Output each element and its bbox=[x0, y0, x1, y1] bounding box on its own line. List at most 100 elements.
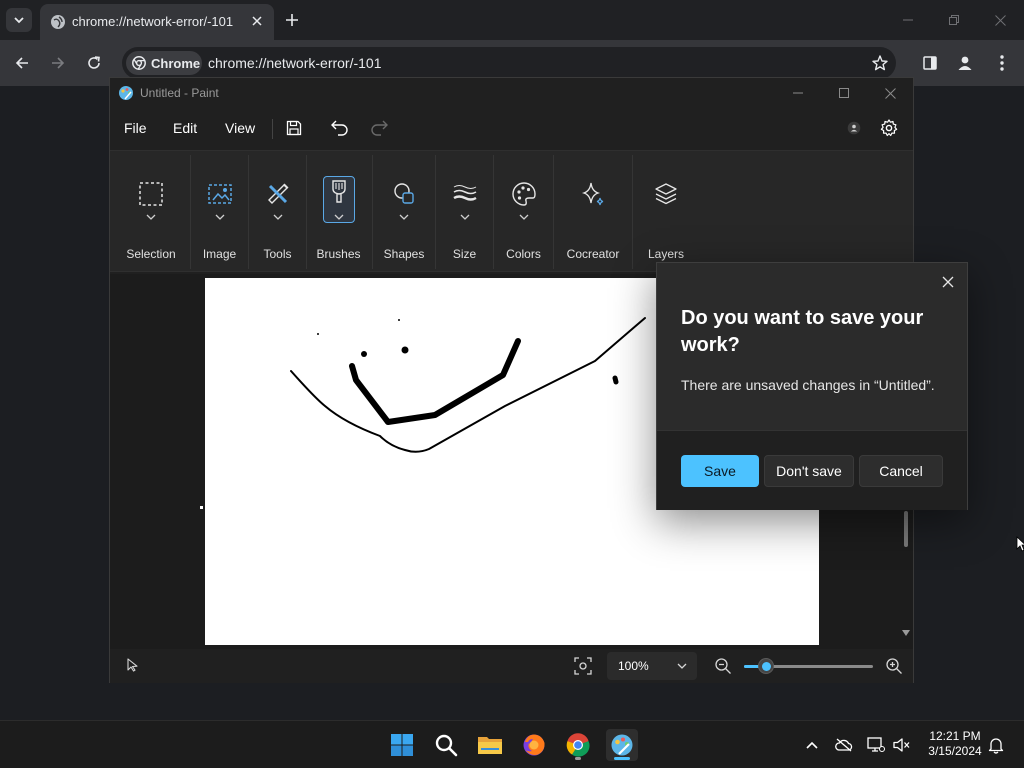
account-button[interactable] bbox=[842, 117, 866, 139]
start-button[interactable] bbox=[386, 729, 418, 761]
ribbon-brushes-label: Brushes bbox=[316, 247, 361, 261]
dialog-message: There are unsaved changes in “Untitled”. bbox=[681, 377, 935, 393]
origin-chip-label: Chrome bbox=[151, 55, 201, 71]
ribbon-layers-label: Layers bbox=[647, 247, 685, 261]
zoom-level-select[interactable]: 100% bbox=[607, 652, 697, 680]
browser-restore-button[interactable] bbox=[938, 6, 970, 34]
onedrive-tray-icon[interactable] bbox=[834, 735, 854, 755]
cursor-icon bbox=[127, 658, 138, 672]
url-text: chrome://network-error/-101 bbox=[208, 55, 382, 71]
reload-button[interactable] bbox=[80, 49, 108, 77]
minimize-icon bbox=[903, 19, 913, 21]
paint-status-bar: 100% bbox=[110, 649, 913, 683]
ribbon-image[interactable]: Image bbox=[191, 151, 248, 273]
ribbon-selection[interactable]: Selection bbox=[112, 151, 190, 273]
zoom-level-value: 100% bbox=[618, 659, 649, 673]
windows-taskbar: 12:21 PM 3/15/2024 bbox=[0, 720, 1024, 768]
ribbon-brushes[interactable]: Brushes bbox=[307, 151, 370, 273]
menu-separator bbox=[272, 119, 273, 139]
browser-close-button[interactable] bbox=[984, 6, 1016, 34]
redo-button[interactable] bbox=[367, 117, 391, 139]
canvas-resize-handle[interactable] bbox=[200, 506, 203, 509]
clock-time: 12:21 PM bbox=[929, 729, 981, 743]
zoom-slider[interactable] bbox=[744, 658, 873, 674]
paint-maximize-button[interactable] bbox=[824, 80, 864, 106]
bookmark-button[interactable] bbox=[870, 53, 890, 73]
back-button[interactable] bbox=[8, 49, 36, 77]
ribbon-colors[interactable]: Colors bbox=[494, 151, 553, 273]
paint-icon bbox=[119, 86, 133, 100]
profile-button[interactable] bbox=[951, 49, 979, 77]
tab-close-button[interactable] bbox=[248, 12, 266, 30]
file-explorer-icon bbox=[478, 737, 502, 754]
close-icon bbox=[884, 87, 896, 99]
ribbon-layers[interactable]: Layers bbox=[633, 151, 699, 273]
paint-title-bar[interactable]: Untitled - Paint bbox=[110, 78, 913, 108]
back-icon bbox=[15, 57, 28, 69]
taskbar-paint[interactable] bbox=[606, 729, 638, 761]
save-changes-dialog: Do you want to save your work? There are… bbox=[656, 262, 968, 510]
save-icon bbox=[286, 120, 302, 136]
palette-icon bbox=[511, 182, 536, 206]
network-tray-icon[interactable] bbox=[866, 735, 886, 755]
ribbon-size[interactable]: Size bbox=[436, 151, 493, 273]
close-icon bbox=[252, 16, 262, 26]
menu-dots-icon bbox=[1000, 55, 1004, 71]
save-button[interactable]: Save bbox=[681, 455, 759, 487]
cancel-button[interactable]: Cancel bbox=[859, 455, 943, 487]
taskbar-search-button[interactable] bbox=[430, 729, 462, 761]
minimize-icon bbox=[793, 92, 803, 94]
menu-edit[interactable]: Edit bbox=[173, 120, 197, 136]
paint-close-button[interactable] bbox=[870, 80, 910, 106]
taskbar-file-explorer[interactable] bbox=[474, 729, 506, 761]
fit-to-window-icon[interactable] bbox=[574, 657, 592, 675]
zoom-slider-thumb[interactable] bbox=[758, 658, 774, 674]
size-icon bbox=[452, 185, 477, 201]
settings-button[interactable] bbox=[877, 117, 901, 139]
profile-icon bbox=[958, 56, 972, 70]
zoom-in-icon[interactable] bbox=[885, 657, 903, 675]
chrome-icon bbox=[566, 733, 590, 757]
chrome-menu-button[interactable] bbox=[988, 49, 1016, 77]
taskbar-firefox[interactable] bbox=[518, 729, 550, 761]
taskbar-chrome[interactable] bbox=[562, 729, 594, 761]
bell-icon bbox=[988, 738, 1004, 754]
paint-minimize-button[interactable] bbox=[778, 80, 818, 106]
shapes-icon bbox=[394, 183, 414, 204]
undo-button[interactable] bbox=[328, 117, 352, 139]
forward-button[interactable] bbox=[44, 49, 72, 77]
tab-search-button[interactable] bbox=[6, 8, 32, 32]
address-bar[interactable]: Chrome chrome://network-error/-101 bbox=[122, 47, 896, 79]
zoom-out-icon[interactable] bbox=[714, 657, 732, 675]
chevron-down-icon bbox=[399, 214, 409, 220]
vertical-scrollbar-thumb[interactable] bbox=[904, 511, 908, 547]
close-icon bbox=[942, 276, 954, 288]
ribbon-tools-label: Tools bbox=[263, 247, 292, 261]
volume-tray-icon[interactable] bbox=[892, 735, 912, 755]
scroll-down-arrow-icon[interactable] bbox=[901, 629, 911, 637]
notifications-button[interactable] bbox=[986, 735, 1006, 755]
new-tab-button[interactable] bbox=[280, 8, 304, 32]
running-indicator bbox=[575, 757, 581, 760]
undo-icon bbox=[331, 120, 348, 136]
side-panel-button[interactable] bbox=[916, 49, 944, 77]
chevron-down-icon bbox=[334, 214, 343, 220]
menu-view[interactable]: View bbox=[225, 120, 255, 136]
ribbon-selection-label: Selection bbox=[126, 247, 176, 261]
mouse-pointer-icon bbox=[1016, 536, 1024, 552]
chevron-down-icon bbox=[519, 214, 528, 220]
tab-network-error[interactable]: chrome://network-error/-101 bbox=[40, 4, 274, 40]
ribbon-cocreator[interactable]: Cocreator bbox=[554, 151, 632, 273]
ribbon-shapes[interactable]: Shapes bbox=[373, 151, 435, 273]
star-icon bbox=[872, 55, 888, 71]
browser-minimize-button[interactable] bbox=[892, 6, 924, 34]
origin-chip[interactable]: Chrome bbox=[126, 51, 202, 75]
dialog-close-button[interactable] bbox=[935, 269, 961, 295]
system-clock[interactable]: 12:21 PM 3/15/2024 bbox=[922, 729, 988, 759]
menu-file[interactable]: File bbox=[124, 120, 147, 136]
show-hidden-icons-button[interactable] bbox=[802, 735, 822, 755]
save-button[interactable] bbox=[282, 117, 306, 139]
ribbon-tools[interactable]: Tools bbox=[249, 151, 306, 273]
dont-save-button[interactable]: Don't save bbox=[764, 455, 854, 487]
sidebar-icon bbox=[923, 56, 937, 70]
